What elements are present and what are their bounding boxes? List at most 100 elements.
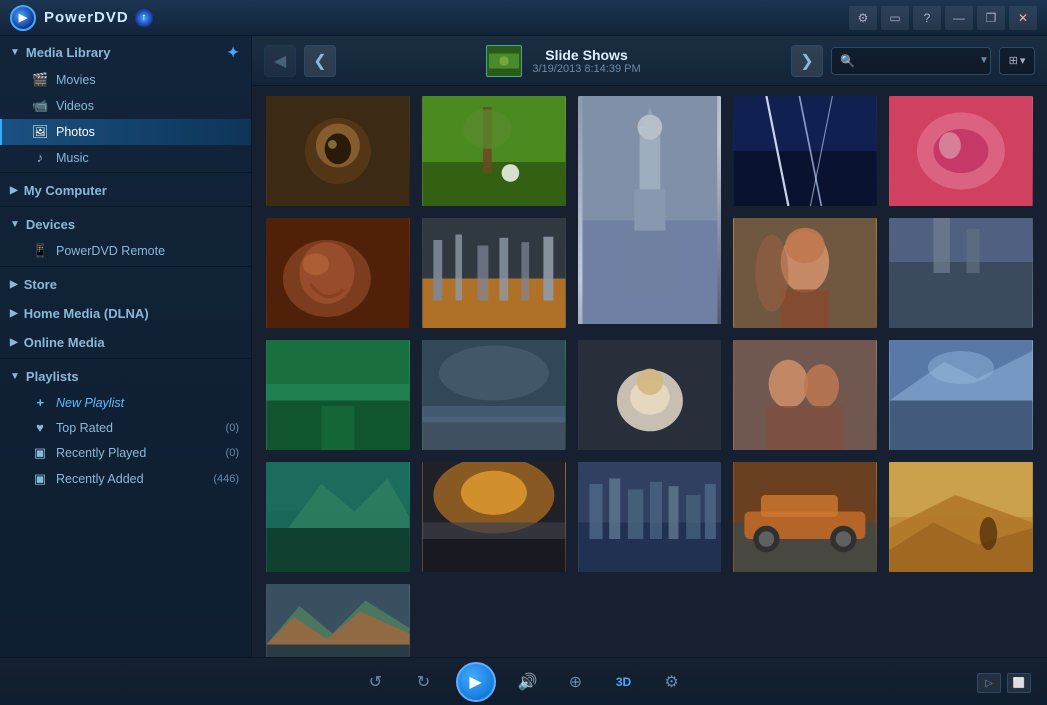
view-toggle-button[interactable]: ⊞ ▾: [999, 47, 1035, 75]
sidebar-item-recently-played[interactable]: ▣ Recently Played (0): [0, 440, 251, 466]
chevron-down-icon-2: ▼: [10, 219, 20, 230]
photo-thumb-13[interactable]: [731, 338, 879, 452]
help-button[interactable]: ?: [913, 6, 941, 30]
settings-bottom-button[interactable]: ⚙: [656, 666, 688, 698]
photo-thumb-1[interactable]: [264, 94, 412, 208]
bottom-toolbar: ↺ ↻ ▶ 🔊 ⊕ 3D ⚙: [0, 657, 1047, 705]
slideshow-thumbnail: [486, 45, 522, 77]
videos-icon: 📹: [32, 98, 48, 114]
expand-icon[interactable]: ▷: [977, 673, 1001, 693]
photo-thumb-18[interactable]: [731, 460, 879, 574]
search-input[interactable]: [859, 54, 979, 68]
photo-thumb-16[interactable]: [420, 460, 568, 574]
sidebar-item-videos[interactable]: 📹 Videos: [0, 93, 251, 119]
sidebar: ▼ Media Library ✦ 🎬 Movies 📹 Videos 🖼 Ph…: [0, 36, 252, 657]
photo-thumb-4[interactable]: [731, 94, 879, 208]
restore-button[interactable]: ❐: [977, 6, 1005, 30]
prev-button[interactable]: ❮: [304, 45, 336, 77]
photo-thumb-19[interactable]: [887, 460, 1035, 574]
sidebar-section-playlists[interactable]: ▼ Playlists: [0, 361, 251, 390]
chevron-right-icon-2: ▶: [10, 279, 18, 290]
recently-played-count: (0): [226, 447, 239, 459]
divider-4: [0, 358, 251, 359]
sidebar-section-store[interactable]: ▶ Store: [0, 269, 251, 298]
back-button[interactable]: ◀: [264, 45, 296, 77]
sidebar-my-computer-label: My Computer: [24, 183, 107, 198]
sidebar-playlists-label: Playlists: [26, 369, 79, 384]
photo-thumb-8[interactable]: [731, 216, 879, 330]
app-logo-icon: ▶: [10, 5, 36, 31]
chevron-right-icon-3: ▶: [10, 308, 18, 319]
play-button[interactable]: ▶: [456, 662, 496, 702]
recently-added-icon: ▣: [32, 471, 48, 487]
photo-grid-container[interactable]: [252, 86, 1047, 657]
photo-grid: [264, 94, 1035, 657]
photo-thumb-9[interactable]: [887, 216, 1035, 330]
grid-view-icon: ⊞: [1009, 54, 1018, 67]
titlebar-controls: ⚙ ▭ ? — ❐ ✕: [849, 6, 1037, 30]
update-badge-icon[interactable]: ↑: [135, 9, 153, 27]
content-area: ◀ ❮ Slide Shows 3/19/2013 8:14:39 PM ❯: [252, 36, 1047, 657]
chevron-down-icon: ▼: [10, 47, 20, 58]
music-icon: ♪: [32, 150, 48, 165]
slideshow-info: Slide Shows 3/19/2013 8:14:39 PM: [344, 45, 783, 77]
sidebar-home-media-label: Home Media (DLNA): [24, 306, 149, 321]
sidebar-section-home-media[interactable]: ▶ Home Media (DLNA): [0, 298, 251, 327]
photos-icon: 🖼: [32, 124, 48, 140]
next-button[interactable]: ❯: [791, 45, 823, 77]
close-button[interactable]: ✕: [1009, 6, 1037, 30]
sidebar-section-online-media[interactable]: ▶ Online Media: [0, 327, 251, 356]
sidebar-section-media-library[interactable]: ▼ Media Library ✦: [0, 36, 251, 67]
sidebar-item-movies[interactable]: 🎬 Movies: [0, 67, 251, 93]
sidebar-section-devices[interactable]: ▼ Devices: [0, 209, 251, 238]
photo-thumb-2[interactable]: [420, 94, 568, 208]
photo-thumb-7[interactable]: [420, 216, 568, 330]
slideshow-date: 3/19/2013 8:14:39 PM: [532, 63, 640, 75]
settings-titlebar-button[interactable]: ⚙: [849, 6, 877, 30]
sidebar-item-music[interactable]: ♪ Music: [0, 145, 251, 170]
photo-thumb-17[interactable]: [576, 460, 724, 574]
remote-icon: 📱: [32, 243, 48, 259]
sidebar-item-new-playlist[interactable]: + New Playlist: [0, 390, 251, 415]
threed-button[interactable]: 3D: [608, 666, 640, 698]
zoom-button[interactable]: ⊕: [560, 666, 592, 698]
photo-thumb-14[interactable]: [887, 338, 1035, 452]
view-dropdown-icon: ▾: [1020, 54, 1026, 67]
sidebar-devices-label: Devices: [26, 217, 75, 232]
search-dropdown-icon[interactable]: ▼: [979, 55, 989, 66]
photo-thumb-10[interactable]: [264, 338, 412, 452]
photo-thumb-15[interactable]: [264, 460, 412, 574]
screen-icon[interactable]: ⬜: [1007, 673, 1031, 693]
main-layout: ▼ Media Library ✦ 🎬 Movies 📹 Videos 🖼 Ph…: [0, 36, 1047, 657]
monitor-button[interactable]: ▭: [881, 6, 909, 30]
photo-thumb-11[interactable]: [420, 338, 568, 452]
recently-played-icon: ▣: [32, 445, 48, 461]
recently-added-count: (446): [213, 473, 239, 485]
sidebar-section-label: Media Library: [26, 45, 111, 60]
sidebar-item-top-rated[interactable]: ♥ Top Rated (0): [0, 415, 251, 440]
sidebar-item-recently-added[interactable]: ▣ Recently Added (446): [0, 466, 251, 492]
sidebar-section-my-computer[interactable]: ▶ My Computer: [0, 175, 251, 204]
search-bar: 🔍 ▼: [831, 47, 991, 75]
volume-button[interactable]: 🔊: [512, 666, 544, 698]
sidebar-item-photos[interactable]: 🖼 Photos: [0, 119, 251, 145]
slideshow-title: Slide Shows: [532, 47, 640, 63]
photo-thumb-5[interactable]: [887, 94, 1035, 208]
heart-icon: ♥: [32, 420, 48, 435]
photo-thumb-20[interactable]: [264, 582, 412, 657]
chevron-down-icon-3: ▼: [10, 371, 20, 382]
top-rated-count: (0): [226, 422, 239, 434]
rewind-button[interactable]: ↺: [360, 666, 392, 698]
bottom-right-controls: ▷ ⬜: [977, 673, 1031, 693]
sidebar-item-powerdvd-remote[interactable]: 📱 PowerDVD Remote: [0, 238, 251, 264]
search-icon: 🔍: [840, 54, 855, 68]
photo-thumb-6[interactable]: [264, 216, 412, 330]
photo-thumb-12[interactable]: [576, 338, 724, 452]
minimize-button[interactable]: —: [945, 6, 973, 30]
forward-button[interactable]: ↻: [408, 666, 440, 698]
slideshow-title-block: Slide Shows 3/19/2013 8:14:39 PM: [532, 47, 640, 75]
chevron-right-icon-4: ▶: [10, 337, 18, 348]
photo-thumb-3[interactable]: [576, 94, 724, 330]
titlebar: ▶ PowerDVD ↑ ⚙ ▭ ? — ❐ ✕: [0, 0, 1047, 36]
add-icon: +: [32, 395, 48, 410]
